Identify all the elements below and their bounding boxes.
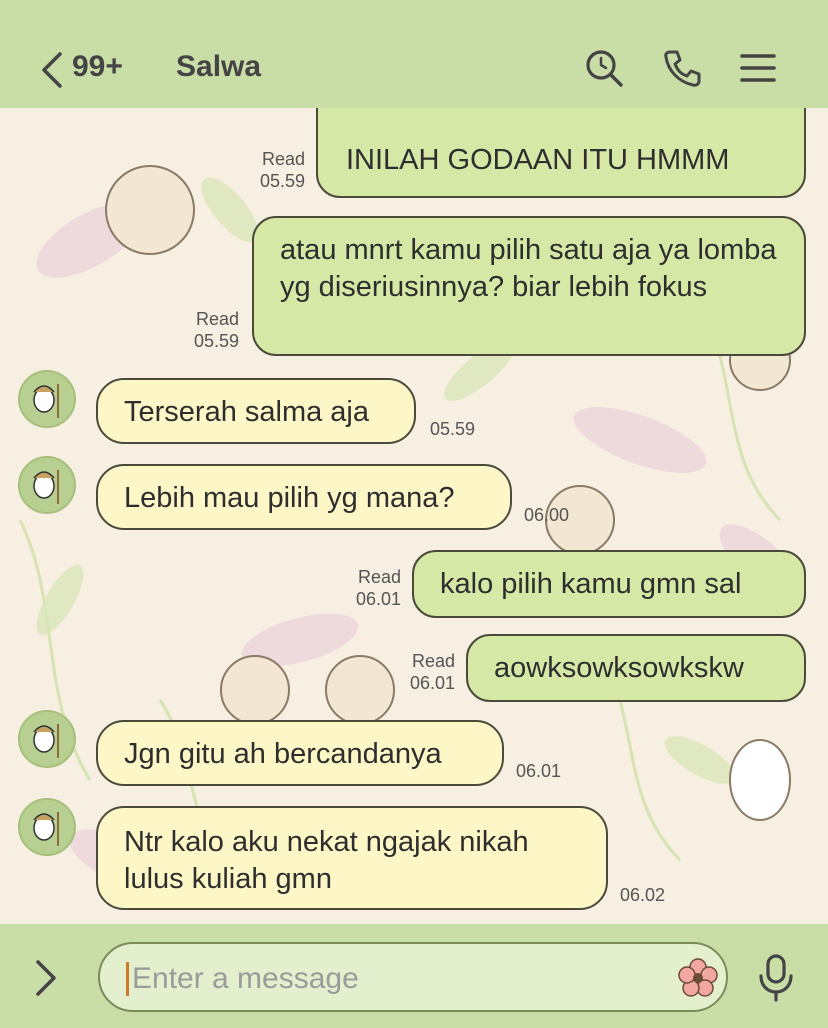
message-bubble-incoming[interactable]: Lebih mau pilih yg mana? [96, 464, 512, 530]
message-text: aowksowksowkskw [494, 652, 744, 684]
message-text: Ntr kalo aku nekat ngajak nikah lulus ku… [124, 826, 529, 895]
message-text: Jgn gitu ah bercandanya [124, 738, 442, 770]
message-bubble-outgoing[interactable]: INILAH GODAAN ITU HMMM [316, 100, 806, 198]
chat-header: 99+ Salwa [0, 0, 828, 108]
phone-icon[interactable] [662, 48, 702, 88]
read-receipt: Read 06.01 [355, 567, 401, 609]
contact-name[interactable]: Salwa [176, 50, 261, 84]
message-text: INILAH GODAAN ITU HMMM [346, 144, 730, 176]
menu-icon[interactable] [738, 48, 778, 88]
avatar[interactable] [18, 456, 76, 514]
message-bubble-outgoing[interactable]: aowksowksowkskw [466, 634, 806, 702]
avatar[interactable] [18, 370, 76, 428]
snoopy-avatar-icon [33, 384, 59, 418]
snoopy-avatar-icon [33, 812, 59, 846]
message-time: 06.02 [620, 885, 666, 905]
read-receipt: Read 05.59 [193, 309, 239, 351]
flower-sticker-icon[interactable] [678, 958, 718, 998]
message-bubble-outgoing[interactable]: kalo pilih kamu gmn sal [412, 550, 806, 618]
avatar[interactable] [18, 710, 76, 768]
message-text: kalo pilih kamu gmn sal [440, 568, 742, 600]
message-bubble-incoming[interactable]: Ntr kalo aku nekat ngajak nikah lulus ku… [96, 806, 608, 910]
microphone-icon[interactable] [756, 952, 796, 1004]
snoopy-avatar-icon [33, 470, 59, 504]
search-icon[interactable] [584, 48, 624, 88]
message-text: Lebih mau pilih yg mana? [124, 482, 455, 514]
message-bubble-incoming[interactable]: Terserah salma aja [96, 378, 416, 444]
message-time: 06.00 [524, 505, 570, 525]
text-caret [126, 962, 129, 996]
read-receipt: Read 05.59 [259, 149, 305, 191]
message-bubble-incoming[interactable]: Jgn gitu ah bercandanya [96, 720, 504, 786]
message-time: 05.59 [430, 419, 476, 439]
message-input-box[interactable] [98, 942, 728, 1012]
chevron-right-icon[interactable] [32, 958, 60, 998]
unread-count[interactable]: 99+ [72, 50, 123, 84]
message-input[interactable] [130, 958, 654, 1000]
snoopy-avatar-icon [33, 724, 59, 758]
chevron-left-icon[interactable] [34, 48, 74, 92]
message-time: 06.01 [516, 761, 562, 781]
read-receipt: Read 06.01 [409, 651, 455, 693]
message-bubble-outgoing[interactable]: atau mnrt kamu pilih satu aja ya lomba y… [252, 216, 806, 356]
message-text: Terserah salma aja [124, 396, 369, 428]
message-text: atau mnrt kamu pilih satu aja ya lomba y… [280, 234, 777, 303]
avatar[interactable] [18, 798, 76, 856]
